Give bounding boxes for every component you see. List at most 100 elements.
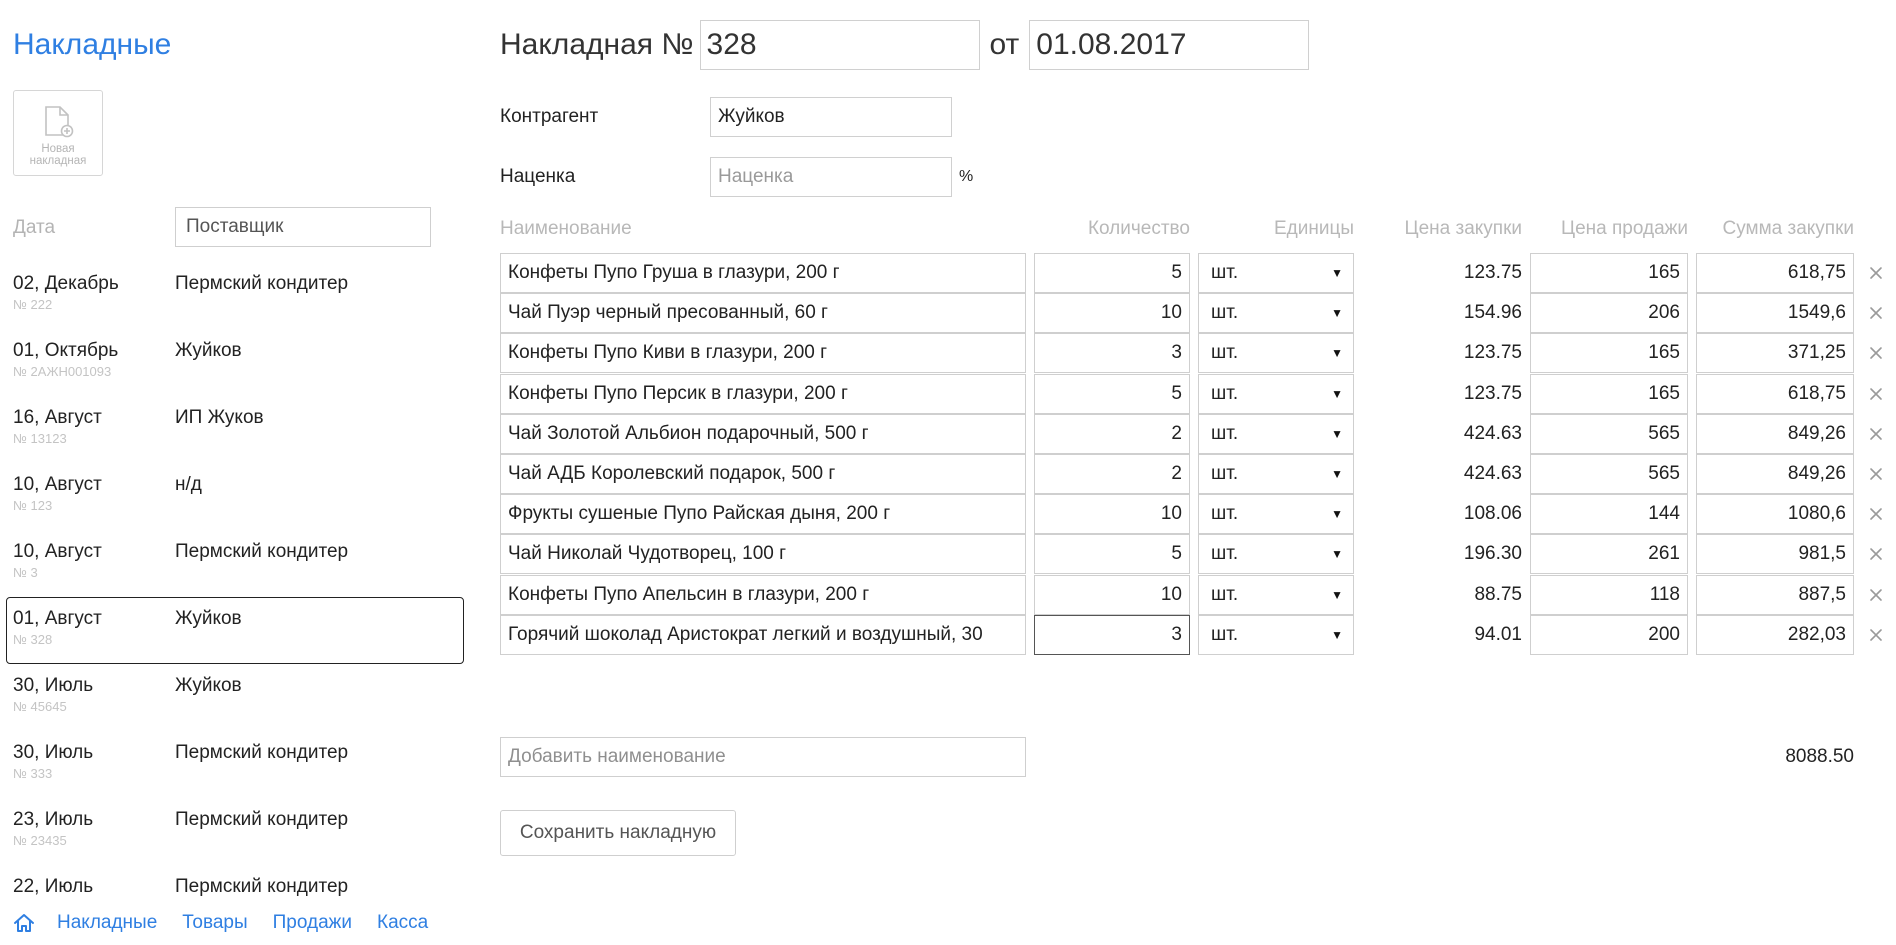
filter-date-label: Дата [13,217,56,238]
item-unit-select[interactable]: шт. ▼ [1198,413,1354,454]
item-sell-price-input[interactable]: 165 [1530,373,1688,414]
markup-row: Наценка % [500,157,973,197]
item-qty-input[interactable]: 10 [1034,574,1190,615]
item-name-input[interactable]: Чай АДБ Королевский подарок, 500 г [500,454,1026,494]
item-sum-input[interactable]: 849,26 [1696,454,1854,494]
delete-item-icon[interactable] [1864,575,1888,615]
item-buy-price: 196.30 [1463,543,1522,565]
item-unit-select[interactable]: шт. ▼ [1198,574,1354,615]
item-qty-input[interactable]: 5 [1034,534,1190,575]
item-qty-input[interactable]: 10 [1034,293,1190,334]
delete-item-icon[interactable] [1864,374,1888,414]
dropdown-arrow-icon: ▼ [1331,467,1343,481]
item-qty-input[interactable]: 3 [1034,614,1190,655]
item-unit-select[interactable]: шт. ▼ [1198,494,1354,535]
item-qty-input[interactable]: 2 [1034,454,1190,494]
item-sell-price-input[interactable]: 118 [1530,574,1688,615]
item-sum-input[interactable]: 371,25 [1696,333,1854,374]
invoice-date: 30, Июль [13,675,94,696]
item-unit-select[interactable]: шт. ▼ [1198,253,1354,293]
item-name-input[interactable]: Чай Золотой Альбион подарочный, 500 г [500,413,1026,454]
add-item-input[interactable] [500,737,1026,777]
item-unit-select[interactable]: шт. ▼ [1198,454,1354,494]
dropdown-arrow-icon: ▼ [1331,346,1343,361]
save-invoice-button[interactable]: Сохранить накладную [500,810,736,856]
item-name-input[interactable]: Чай Николай Чудотворец, 100 г [500,534,1026,575]
item-sell-price-input[interactable]: 144 [1530,494,1688,535]
markup-percent-suffix: % [959,168,974,185]
item-sell-price-input[interactable]: 206 [1530,293,1688,334]
supplier-filter-input[interactable] [175,207,431,247]
invoice-list-item[interactable]: 02, Декабрь № 222 Пермский кондитер [6,262,464,329]
nav-link-sales[interactable]: Продажи [273,912,352,934]
item-sum-input[interactable]: 849,26 [1696,413,1854,454]
item-sell-price-input[interactable]: 200 [1530,614,1688,655]
column-header-name: Наименование [500,218,632,239]
item-sell-price-input[interactable]: 261 [1530,534,1688,575]
nav-link-cashbox[interactable]: Касса [377,912,428,934]
item-unit-select[interactable]: шт. ▼ [1198,534,1354,575]
invoice-date-input[interactable] [1029,20,1310,70]
nav-link-invoices[interactable]: Накладные [57,912,157,934]
item-sum-input[interactable]: 618,75 [1696,373,1854,414]
nav-link-goods[interactable]: Товары [182,912,247,934]
invoice-supplier: Пермский кондитер [175,809,349,830]
dropdown-arrow-icon: ▼ [1331,266,1343,280]
item-buy-price: 424.63 [1463,463,1522,484]
item-name-input[interactable]: Конфеты Пупо Персик в глазури, 200 г [500,373,1026,414]
item-name-input[interactable]: Горячий шоколад Аристократ легкий и возд… [500,614,1026,655]
delete-item-icon[interactable] [1864,293,1888,333]
item-qty-input[interactable]: 5 [1034,373,1190,414]
item-sum-input[interactable]: 1080,6 [1696,494,1854,535]
delete-item-icon[interactable] [1864,494,1888,534]
delete-item-icon[interactable] [1864,615,1888,655]
invoice-list-item[interactable]: 16, Август № 13123 ИП Жуков [6,396,464,463]
item-name-input[interactable]: Фрукты сушеные Пупо Райская дыня, 200 г [500,494,1026,535]
item-unit-select[interactable]: шт. ▼ [1198,614,1354,655]
invoice-list-item[interactable]: 10, Август № 123 н/д [6,463,464,530]
item-sell-price-input[interactable]: 165 [1530,253,1688,293]
item-sum-input[interactable]: 618,75 [1696,253,1854,293]
item-sell-price-input[interactable]: 565 [1530,454,1688,494]
delete-item-icon[interactable] [1864,253,1888,293]
delete-item-icon[interactable] [1864,414,1888,454]
item-qty-input[interactable]: 10 [1034,494,1190,535]
counterparty-input[interactable] [710,97,952,137]
invoice-list-item[interactable]: 01, Август № 328 Жуйков [6,597,464,664]
item-name-input[interactable]: Конфеты Пупо Киви в глазури, 200 г [500,333,1026,374]
item-unit-select[interactable]: шт. ▼ [1198,333,1354,374]
markup-input[interactable] [710,157,952,197]
dropdown-arrow-icon: ▼ [1331,386,1343,401]
new-document-icon [43,105,75,144]
item-qty-input[interactable]: 2 [1034,413,1190,454]
item-sum-input[interactable]: 981,5 [1696,534,1854,575]
home-icon[interactable] [13,913,35,933]
delete-item-icon[interactable] [1864,333,1888,373]
invoice-list-item[interactable]: 01, Октябрь № 2АЖН001093 Жуйков [6,329,464,396]
item-name-input[interactable]: Конфеты Пупо Апельсин в глазури, 200 г [500,574,1026,615]
item-sell-price-input[interactable]: 565 [1530,413,1688,454]
invoice-list-item[interactable]: 30, Июль № 333 Пермский кондитер [6,731,464,798]
invoice-number: № 123 [13,498,53,513]
item-sum-input[interactable]: 1549,6 [1696,293,1854,334]
invoice-number-input[interactable] [699,20,980,70]
item-name-input[interactable]: Конфеты Пупо Груша в глазури, 200 г [500,253,1026,293]
item-sum-input[interactable]: 887,5 [1696,574,1854,615]
delete-item-icon[interactable] [1864,534,1888,574]
column-header-sell-price: Цена продажи [1561,218,1688,239]
invoice-list-item[interactable]: 30, Июль № 45645 Жуйков [6,664,464,731]
item-unit-select[interactable]: шт. ▼ [1198,373,1354,414]
item-unit-select[interactable]: шт. ▼ [1198,293,1354,334]
item-sum-input[interactable]: 282,03 [1696,614,1854,655]
item-sell-price-input[interactable]: 165 [1530,333,1688,374]
delete-item-icon[interactable] [1864,454,1888,494]
item-name-input[interactable]: Чай Пуэр черный пресованный, 60 г [500,293,1026,334]
item-unit-value: шт. [1211,262,1239,283]
dropdown-arrow-icon: ▼ [1331,627,1343,642]
new-invoice-button[interactable]: Новая накладная [13,90,103,176]
invoice-list-item[interactable]: 10, Август № 3 Пермский кондитер [6,530,464,597]
item-qty-input[interactable]: 5 [1034,253,1190,293]
invoice-number: № 328 [13,632,53,647]
item-qty-input[interactable]: 3 [1034,333,1190,374]
invoice-list-item[interactable]: 23, Июль № 23435 Пермский кондитер [6,798,464,865]
